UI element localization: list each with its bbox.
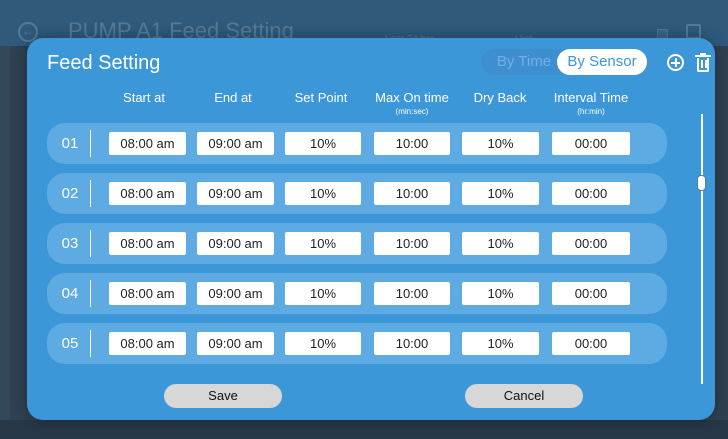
interval-time-field[interactable]: 00:00 [552,232,630,255]
setpoint-field[interactable]: 10% [285,282,361,305]
table-row: 02 08:00 am 09:00 am 10% 10:00 10% 00:00 [47,173,667,214]
feed-setting-modal: Feed Setting By Time By Sensor Start at … [27,38,715,420]
setpoint-field[interactable]: 10% [285,232,361,255]
table-row: 04 08:00 am 09:00 am 10% 10:00 10% 00:00 [47,273,667,314]
end-time-field[interactable]: 09:00 am [197,182,274,205]
scrollbar-track[interactable] [701,114,703,384]
col-header-dryback: Dry Back [473,90,527,105]
start-time-field[interactable]: 08:00 am [109,132,186,155]
col-header-interval: Interval Time [553,90,629,105]
col-header-end: End at [214,90,252,105]
row-number: 03 [61,235,79,252]
start-time-field[interactable]: 08:00 am [109,282,186,305]
trash-icon[interactable] [695,53,711,72]
save-button[interactable]: Save [164,384,282,408]
setpoint-field[interactable]: 10% [285,132,361,155]
max-on-time-field[interactable]: 10:00 [374,232,450,255]
start-time-field[interactable]: 08:00 am [109,232,186,255]
end-time-field[interactable]: 09:00 am [197,232,274,255]
row-divider [90,230,91,257]
row-divider [90,330,91,357]
scrollbar-thumb[interactable] [697,175,706,191]
col-header-maxon: Max On time [375,90,449,105]
mode-toggle[interactable]: By Time By Sensor [481,49,647,75]
cancel-button[interactable]: Cancel [465,384,583,408]
start-time-field[interactable]: 08:00 am [109,332,186,355]
col-header-start: Start at [123,90,165,105]
toggle-by-time[interactable]: By Time [493,49,555,75]
modal-title: Feed Setting [47,52,161,74]
col-subheader-interval: (hr:min) [577,107,605,116]
row-number: 02 [61,185,79,202]
max-on-time-field[interactable]: 10:00 [374,182,450,205]
table-row: 01 08:00 am 09:00 am 10% 10:00 10% 00:00 [47,123,667,164]
interval-time-field[interactable]: 00:00 [552,282,630,305]
max-on-time-field[interactable]: 10:00 [374,132,450,155]
dry-back-field[interactable]: 10% [462,182,539,205]
chart-icon[interactable]: ▧ [656,25,672,41]
col-header-setpoint: Set Point [294,90,348,105]
row-number: 05 [61,335,79,352]
end-time-field[interactable]: 09:00 am [197,282,274,305]
dry-back-field[interactable]: 10% [462,282,539,305]
interval-time-field[interactable]: 00:00 [552,332,630,355]
end-time-field[interactable]: 09:00 am [197,332,274,355]
table-row: 03 08:00 am 09:00 am 10% 10:00 10% 00:00 [47,223,667,264]
row-divider [90,280,91,307]
toggle-by-sensor[interactable]: By Sensor [557,49,647,75]
background-footer [0,420,728,439]
add-icon[interactable] [667,54,684,71]
interval-time-field[interactable]: 00:00 [552,132,630,155]
start-time-field[interactable]: 08:00 am [109,182,186,205]
interval-time-field[interactable]: 00:00 [552,182,630,205]
dry-back-field[interactable]: 10% [462,332,539,355]
col-subheader-maxon: (min:sec) [395,107,429,116]
row-number: 04 [61,285,79,302]
setpoint-field[interactable]: 10% [285,182,361,205]
edit-icon[interactable] [686,24,701,39]
setpoint-field[interactable]: 10% [285,332,361,355]
dry-back-field[interactable]: 10% [462,132,539,155]
row-number: 01 [61,135,79,152]
table-row: 05 08:00 am 09:00 am 10% 10:00 10% 00:00 [47,323,667,364]
background-sidebar [0,46,10,439]
max-on-time-field[interactable]: 10:00 [374,282,450,305]
end-time-field[interactable]: 09:00 am [197,132,274,155]
max-on-time-field[interactable]: 10:00 [374,332,450,355]
row-divider [90,130,91,157]
row-divider [90,180,91,207]
dry-back-field[interactable]: 10% [462,232,539,255]
